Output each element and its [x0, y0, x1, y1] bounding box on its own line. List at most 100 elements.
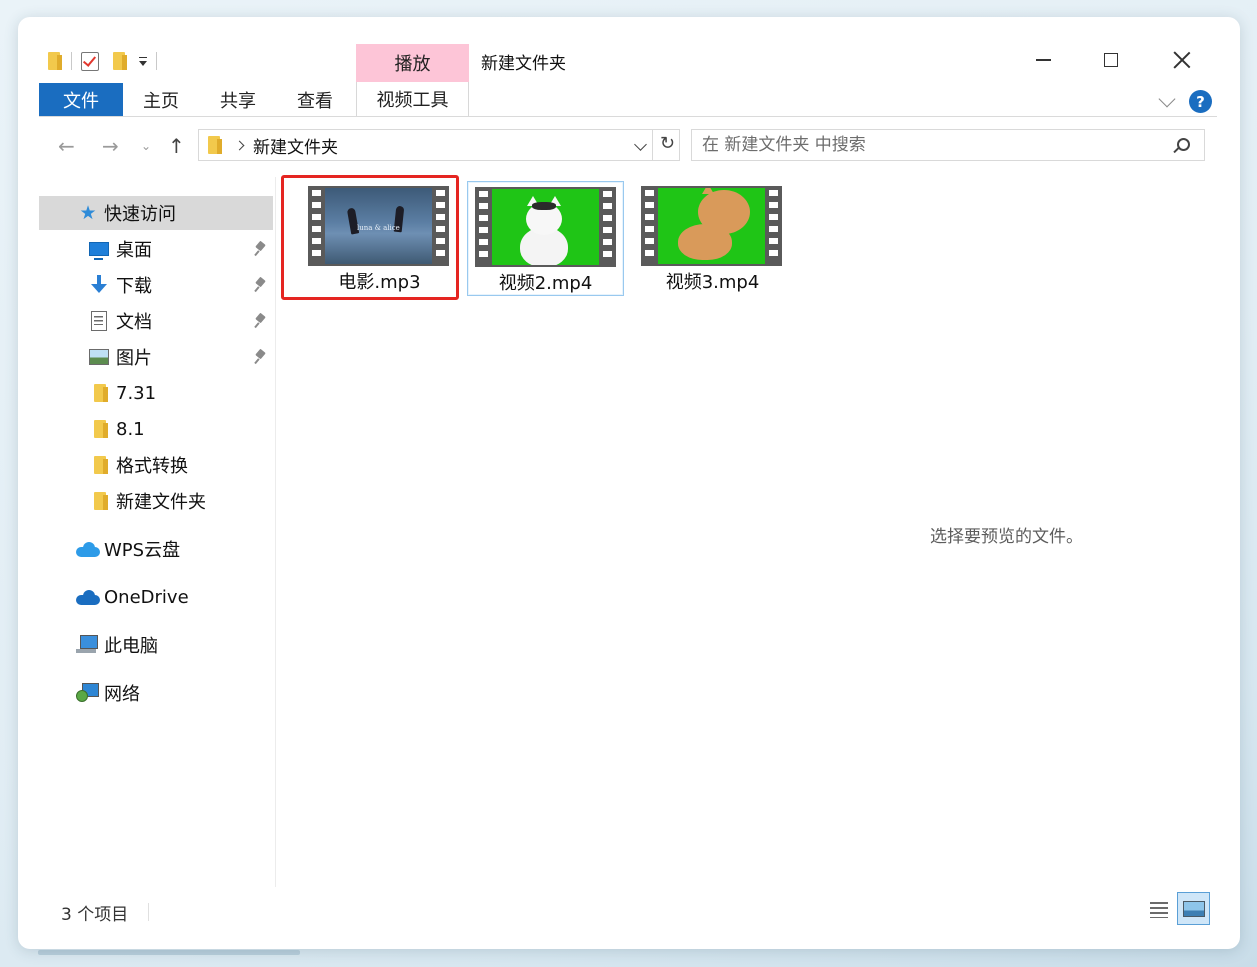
contextual-tab-group-play: 播放: [356, 44, 469, 82]
maximize-button[interactable]: [1086, 45, 1136, 75]
cat-ear: [702, 188, 714, 194]
forward-arrow-icon[interactable]: →: [102, 134, 119, 158]
status-item-count: 3 个项目: [61, 905, 129, 925]
tab-video-tools[interactable]: 视频工具: [356, 82, 469, 116]
sidebar-item-format-conversion[interactable]: 格式转换: [39, 448, 273, 482]
navigation-pane: ★ 快速访问 桌面 下载 文档 图片 7.31 8.1 格式转换 新建文件夹 W…: [39, 177, 275, 887]
customize-toolbar-dropdown-icon[interactable]: [139, 56, 147, 66]
sidebar-item-downloads[interactable]: 下载: [39, 268, 273, 302]
up-arrow-icon[interactable]: ↑: [168, 134, 185, 158]
minimize-button[interactable]: [1018, 45, 1068, 75]
cat-head: [698, 190, 750, 234]
download-icon: [88, 274, 110, 296]
sidebar-item-quick-access[interactable]: ★ 快速访问: [39, 196, 273, 230]
sidebar-item-label: 快速访问: [104, 204, 176, 225]
sidebar-item-label: 网络: [104, 684, 140, 705]
quick-access-toolbar: [48, 47, 166, 75]
folder-icon: [90, 490, 112, 512]
status-separator: [148, 903, 149, 921]
desktop-icon: [88, 238, 110, 260]
preview-pane-message: 选择要预览的文件。: [930, 527, 1083, 547]
sidebar-item-label: 新建文件夹: [116, 492, 206, 513]
file-name: 视频2.mp4: [498, 273, 593, 294]
tab-view[interactable]: 查看: [297, 83, 333, 116]
sidebar-item-label: 7.31: [116, 382, 157, 404]
help-icon[interactable]: ?: [1189, 90, 1212, 113]
close-icon: [1173, 51, 1191, 69]
sidebar-item-wps-cloud[interactable]: WPS云盘: [39, 532, 273, 566]
folder-icon: [208, 136, 222, 154]
minimize-icon: [1035, 59, 1051, 61]
video-thumbnail: [475, 187, 616, 267]
video-thumbnail: [641, 186, 782, 266]
sidebar-item-new-folder[interactable]: 新建文件夹: [39, 484, 273, 518]
breadcrumb-current-folder[interactable]: 新建文件夹: [253, 133, 338, 158]
recent-locations-chevron-down-icon[interactable]: ⌄: [141, 135, 151, 157]
close-button[interactable]: [1157, 45, 1207, 75]
folder-icon[interactable]: [48, 52, 62, 70]
network-icon: [76, 682, 99, 704]
address-divider: [652, 130, 653, 160]
sidebar-item-folder-8-1[interactable]: 8.1: [39, 412, 273, 446]
sidebar-item-documents[interactable]: 文档: [39, 304, 273, 338]
pin-icon: [255, 314, 267, 328]
address-history-chevron-down-icon[interactable]: [634, 138, 647, 151]
search-box[interactable]: [691, 129, 1205, 161]
tab-home[interactable]: 主页: [143, 83, 179, 116]
sidebar-item-label: 下载: [116, 276, 152, 297]
toolbar-separator: [71, 52, 72, 70]
search-icon[interactable]: [1177, 138, 1190, 151]
film-strip-holes: [645, 190, 654, 262]
breadcrumb-chevron-right-icon[interactable]: [234, 140, 245, 150]
sidebar-item-label: 桌面: [116, 240, 152, 261]
sidebar-item-label: WPS云盘: [104, 540, 181, 561]
maximize-icon: [1104, 53, 1118, 67]
film-strip-holes: [769, 190, 778, 262]
sidebar-item-label: 格式转换: [116, 456, 188, 477]
file-explorer-window: 播放 视频工具 新建文件夹 文件 主页 共享 查看 ? ← → ⌄ ↑ 新建文件…: [18, 17, 1240, 949]
details-view-icon[interactable]: [1146, 897, 1172, 923]
back-arrow-icon[interactable]: ←: [58, 134, 75, 158]
sidebar-item-onedrive[interactable]: OneDrive: [39, 580, 273, 614]
folder-icon: [90, 382, 112, 404]
film-strip-holes: [479, 191, 488, 263]
pane-divider[interactable]: [275, 177, 276, 887]
new-folder-icon[interactable]: [113, 52, 127, 70]
sidebar-item-label: 此电脑: [104, 636, 158, 657]
file-name: 视频3.mp4: [665, 272, 760, 293]
file-item-video3[interactable]: 视频3.mp4: [634, 181, 791, 296]
tab-file[interactable]: 文件: [39, 83, 123, 116]
sidebar-item-pictures[interactable]: 图片: [39, 340, 273, 374]
sidebar-item-desktop[interactable]: 桌面: [39, 232, 273, 266]
ribbon-divider: [39, 116, 1217, 117]
tab-share[interactable]: 共享: [220, 83, 256, 116]
wps-cloud-icon: [76, 538, 100, 560]
onedrive-cloud-icon: [76, 586, 100, 608]
computer-icon: [76, 634, 98, 656]
sidebar-item-label: 文档: [116, 312, 152, 333]
thumbnail-frame: [492, 189, 599, 265]
star-icon: ★: [79, 202, 97, 224]
cat-patch: [532, 202, 556, 210]
sidebar-item-label: 8.1: [116, 418, 145, 440]
sidebar-item-folder-7-31[interactable]: 7.31: [39, 376, 273, 410]
folder-icon: [90, 418, 112, 440]
expand-ribbon-chevron-down-icon[interactable]: [1158, 90, 1176, 108]
address-bar[interactable]: 新建文件夹 ↻: [198, 129, 680, 161]
sidebar-item-network[interactable]: 网络: [39, 676, 273, 710]
sidebar-item-this-pc[interactable]: 此电脑: [39, 628, 273, 662]
folder-icon: [90, 454, 112, 476]
sidebar-item-label: 图片: [116, 348, 152, 369]
properties-check-icon[interactable]: [81, 51, 99, 71]
large-icons-view-icon[interactable]: [1177, 892, 1210, 925]
refresh-icon[interactable]: ↻: [660, 133, 675, 154]
file-item-video2[interactable]: 视频2.mp4: [467, 181, 624, 296]
pin-icon: [255, 350, 267, 364]
thumbnail-frame: [658, 188, 765, 264]
sidebar-item-label: OneDrive: [104, 586, 189, 608]
pictures-icon: [88, 346, 110, 368]
search-input[interactable]: [692, 135, 1162, 155]
pin-icon: [255, 242, 267, 256]
highlight-annotation-box: [281, 175, 459, 300]
film-strip-holes: [603, 191, 612, 263]
